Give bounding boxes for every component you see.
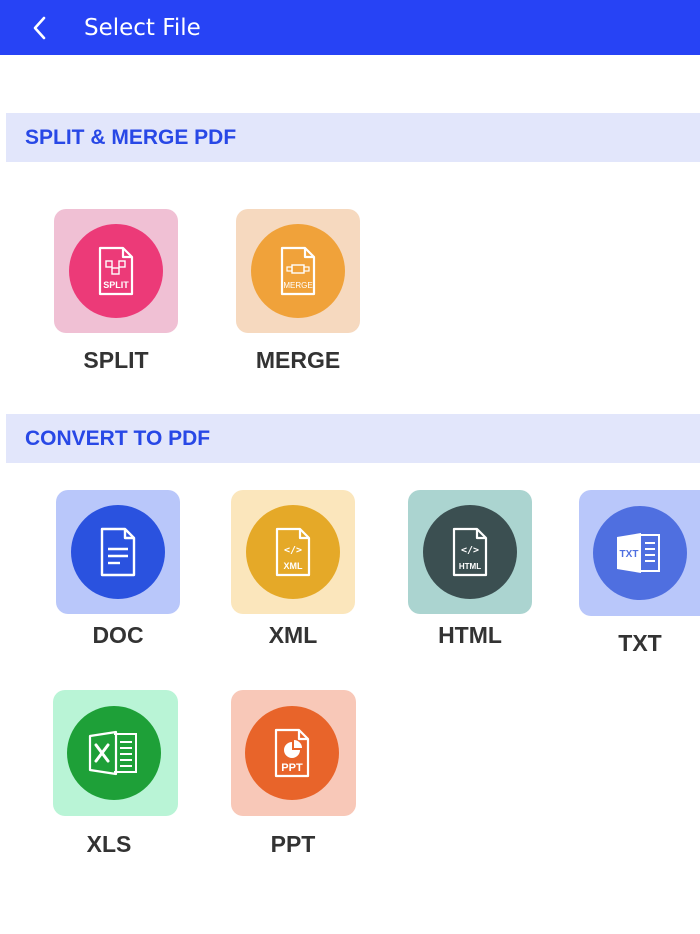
tile-txt-label: TXT [618,630,662,656]
tile-txt[interactable]: TXT TXT [579,490,700,665]
tile-xml[interactable]: </> XML XML [231,490,355,655]
tile-xls-circle [67,706,161,800]
xls-file-icon [88,730,137,776]
html-icon-text: HTML [459,562,481,571]
tile-split-circle: SPLIT [69,224,163,318]
tile-ppt[interactable]: PPT PPT [231,690,356,860]
section-header-convert: CONVERT TO PDF [6,414,700,463]
section-header-split-merge: SPLIT & MERGE PDF [6,113,700,162]
tile-merge-circle: MERGE [251,224,345,318]
app-bar: Select File [0,0,700,55]
tile-split-background: SPLIT [54,209,178,333]
merge-file-icon: MERGE [280,246,316,296]
tile-split-label: SPLIT [83,347,149,373]
tile-doc-background [56,490,180,614]
xml-file-icon: </> XML [275,527,311,577]
tile-html-circle: </> HTML [423,505,517,599]
page-title: Select File [84,15,201,41]
ppt-icon-text: PPT [281,762,303,774]
txt-icon-text: TXT [620,549,639,560]
tile-txt-circle: TXT [593,506,687,600]
section-title-split-merge: SPLIT & MERGE PDF [25,126,237,149]
txt-file-icon: TXT [617,533,660,573]
tile-ppt-background: PPT [231,690,356,816]
tile-txt-background: TXT [579,490,700,616]
split-file-icon: SPLIT [98,246,134,296]
tile-merge[interactable]: MERGE MERGE [236,209,360,384]
chevron-left-icon [33,16,46,40]
xml-icon-text: XML [284,561,304,571]
tile-ppt-circle: PPT [245,706,339,800]
tile-doc-circle [71,505,165,599]
tile-merge-label: MERGE [255,347,341,373]
svg-text:</>: </> [461,545,479,556]
split-icon-text: SPLIT [103,280,129,290]
section-title-convert: CONVERT TO PDF [25,427,211,450]
tile-xls-label: XLS [86,831,132,857]
html-file-icon: </> HTML [452,527,488,577]
merge-icon-text: MERGE [283,281,312,290]
tile-xml-background: </> XML [231,490,355,614]
tile-xml-label: XML [268,622,318,648]
tile-html-background: </> HTML [408,490,532,614]
tile-merge-background: MERGE [236,209,360,333]
tile-xls[interactable]: XLS [53,690,178,860]
svg-text:</>: </> [284,545,302,556]
tile-doc[interactable]: DOC [56,490,180,655]
tile-xls-background [53,690,178,816]
tile-split[interactable]: SPLIT SPLIT [54,209,178,384]
doc-file-icon [100,527,136,577]
tile-html[interactable]: </> HTML HTML [408,490,532,655]
ppt-file-icon: PPT [274,728,310,778]
tile-xml-circle: </> XML [246,505,340,599]
tile-doc-label: DOC [92,622,144,648]
tile-html-label: HTML [438,622,502,648]
back-button[interactable] [28,13,52,43]
tile-ppt-label: PPT [270,831,316,857]
